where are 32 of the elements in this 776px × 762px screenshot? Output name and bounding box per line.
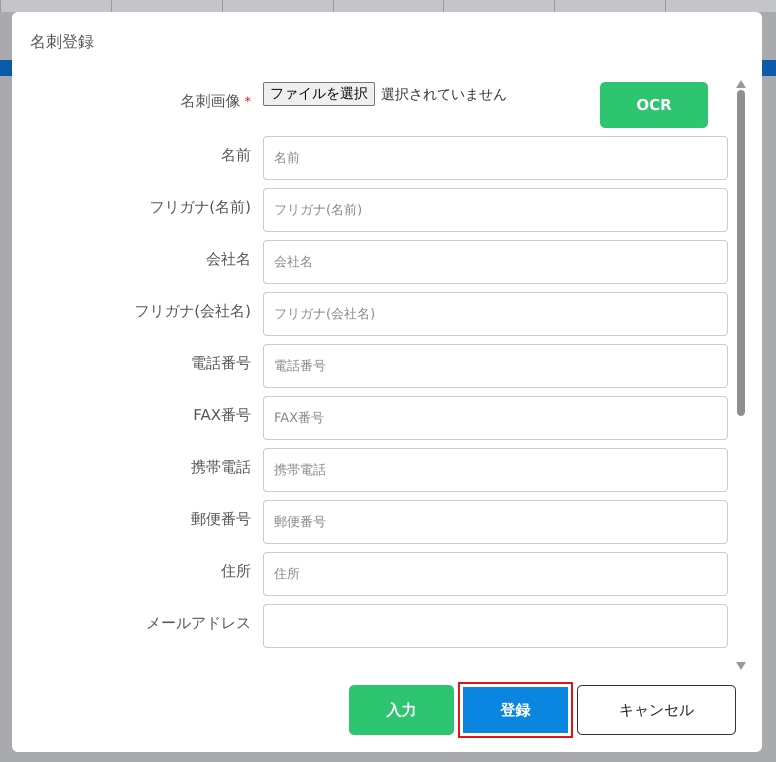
text-field[interactable]: 名前 [263,136,728,180]
file-select-button[interactable]: ファイルを選択 [263,82,375,106]
field-label: 名前 [221,146,251,164]
field-label: メールアドレス [146,614,251,632]
text-field[interactable]: 会社名 [263,240,728,284]
text-field[interactable]: 電話番号 [263,344,728,388]
field-label: 携帯電話 [191,458,251,476]
text-field[interactable] [263,604,728,648]
field-label: 名刺画像 [180,92,240,110]
cancel-button[interactable]: キャンセル [577,685,736,735]
text-field[interactable]: 携帯電話 [263,448,728,492]
field-label: フリガナ(名前) [149,198,251,216]
text-field[interactable]: 住所 [263,552,728,596]
field-label: 電話番号 [191,354,251,372]
field-label: 郵便番号 [191,510,251,528]
register-button[interactable]: 登録 [458,682,573,738]
field-label: FAX番号 [193,406,251,424]
field-label: 会社名 [206,250,251,268]
text-field[interactable]: フリガナ(会社名) [263,292,728,336]
field-label: 住所 [221,562,251,580]
file-status: 選択されていません [381,86,507,104]
field-label: フリガナ(会社名) [134,302,251,320]
scrollbar-thumb[interactable] [737,90,745,416]
input-button[interactable]: 入力 [349,685,454,735]
required-mark: * [244,95,251,110]
dialog-title: 名刺登録 [29,31,95,52]
text-field[interactable]: フリガナ(名前) [263,188,728,232]
scroll-up-icon[interactable] [736,80,746,88]
scroll-down-icon[interactable] [736,662,746,670]
ocr-button[interactable]: OCR [600,82,708,128]
text-field[interactable]: FAX番号 [263,396,728,440]
text-field[interactable]: 郵便番号 [263,500,728,544]
